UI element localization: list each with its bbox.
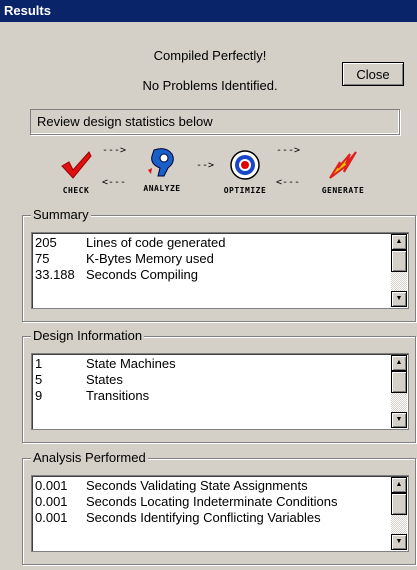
arrow-check-to-analyze: ---> bbox=[102, 145, 127, 156]
summary-group: Summary 205 Lines of code generated 75 K-B… bbox=[22, 207, 416, 322]
list-item: 33.188 Seconds Compiling bbox=[35, 267, 199, 282]
analysis-group: Analysis Performed 0.001 Seconds Validati… bbox=[22, 450, 416, 565]
arrow-analyze-to-check: <--- bbox=[102, 177, 127, 188]
scroll-up-arrow-icon[interactable]: ▲ bbox=[391, 355, 407, 371]
analysis-title: Analysis Performed bbox=[31, 450, 148, 465]
design-info-group: Design Information 1 State Machines 5 Stat… bbox=[22, 328, 416, 443]
list-item: 1 State Machines bbox=[35, 356, 176, 371]
list-item: 0.001 Seconds Locating Indeterminate Cond… bbox=[35, 494, 338, 509]
window-title: Results bbox=[4, 3, 51, 18]
step-analyze[interactable]: ANALYZE bbox=[140, 146, 184, 193]
scroll-thumb[interactable] bbox=[391, 371, 407, 393]
design-info-title: Design Information bbox=[31, 328, 145, 343]
problem-status: No Problems Identified. bbox=[142, 78, 278, 93]
lightning-icon bbox=[329, 151, 357, 179]
scroll-down-arrow-icon[interactable]: ▼ bbox=[391, 534, 407, 550]
design-info-list[interactable]: 1 State Machines 5 States 9 Transitions ▲ ▼ bbox=[31, 353, 409, 430]
step-check[interactable]: CHECK bbox=[56, 148, 96, 195]
analysis-list[interactable]: 0.001 Seconds Validating State Assignment… bbox=[31, 475, 409, 552]
scroll-thumb[interactable] bbox=[391, 250, 407, 272]
scroll-down-arrow-icon[interactable]: ▼ bbox=[391, 412, 407, 428]
list-item: 5 States bbox=[35, 372, 123, 387]
scroll-up-arrow-icon[interactable]: ▲ bbox=[391, 477, 407, 493]
checkmark-icon bbox=[61, 151, 92, 179]
step-label-check: CHECK bbox=[62, 186, 90, 195]
step-optimize[interactable]: OPTIMIZE bbox=[222, 148, 268, 195]
summary-title: Summary bbox=[31, 207, 91, 222]
summary-scrollbar[interactable]: ▲ ▼ bbox=[391, 234, 407, 307]
step-label-generate: GENERATE bbox=[321, 186, 365, 195]
list-item: 75 K-Bytes Memory used bbox=[35, 251, 214, 266]
step-label-analyze: ANALYZE bbox=[143, 184, 181, 193]
analysis-scrollbar[interactable]: ▲ ▼ bbox=[391, 477, 407, 550]
scroll-down-arrow-icon[interactable]: ▼ bbox=[391, 291, 407, 307]
list-item: 205 Lines of code generated bbox=[35, 235, 226, 250]
scroll-up-arrow-icon[interactable]: ▲ bbox=[391, 234, 407, 250]
compile-status: Compiled Perfectly! bbox=[153, 48, 267, 63]
step-label-optimize: OPTIMIZE bbox=[223, 186, 267, 195]
target-icon bbox=[230, 150, 260, 180]
review-message: Review design statistics below bbox=[30, 109, 400, 135]
list-item: 9 Transitions bbox=[35, 388, 150, 403]
summary-list[interactable]: 205 Lines of code generated 75 K-Bytes Mem… bbox=[31, 232, 409, 309]
list-item: 0.001 Seconds Identifying Conflicting Var… bbox=[35, 510, 321, 525]
arrow-generate-to-optimize: <--- bbox=[276, 177, 301, 188]
arrow-analyze-to-optimize: --> bbox=[196, 160, 215, 171]
title-bar: Results bbox=[0, 0, 417, 22]
step-generate[interactable]: GENERATE bbox=[318, 148, 368, 195]
arrow-optimize-to-generate: ---> bbox=[276, 145, 301, 156]
close-button[interactable]: Close bbox=[342, 62, 404, 86]
scroll-thumb[interactable] bbox=[391, 493, 407, 515]
design-info-scrollbar[interactable]: ▲ ▼ bbox=[391, 355, 407, 428]
analyze-icon bbox=[148, 148, 174, 177]
list-item: 0.001 Seconds Validating State Assignment… bbox=[35, 478, 308, 493]
